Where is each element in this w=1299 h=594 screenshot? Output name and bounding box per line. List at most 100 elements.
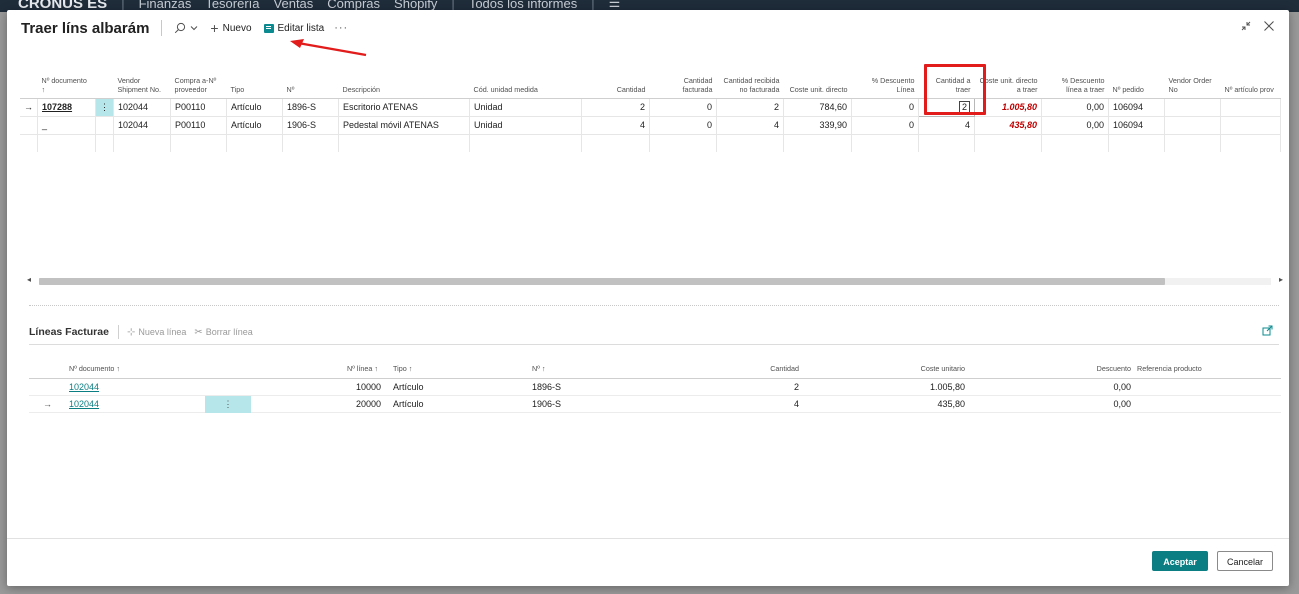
col-doc-no[interactable]: Nº documento ↑ (37, 52, 96, 99)
col-order-no[interactable]: Nº pedido (1108, 52, 1165, 99)
qty-to-get-cell[interactable]: 4 (918, 116, 975, 135)
col-vendor-item-no[interactable]: Nº artículo prov (1220, 52, 1281, 99)
doc-no-cell[interactable]: 107288 (37, 98, 96, 117)
vendor-shipment-cell[interactable]: 102044 (113, 98, 171, 117)
direct-unit-cost-cell[interactable]: 339,90 (783, 116, 852, 135)
nav-menu-ventas[interactable]: Ventas (274, 0, 314, 11)
line-disc-to-get-cell[interactable]: 0,00 (1041, 98, 1109, 117)
col-vendor-order-no[interactable]: Vendor Order No (1164, 52, 1221, 99)
col-qty-invoiced[interactable]: Cantidad facturada (649, 52, 717, 99)
table-row[interactable]: → 107288 ⋮ 102044 P00110 Artículo 1896-S… (20, 97, 1281, 117)
cancel-button[interactable]: Cancelar (1217, 551, 1273, 571)
nav-menu-tesoreria[interactable]: Tesorería (205, 0, 259, 11)
nav-menu-finanzas[interactable]: Finanzas (139, 0, 192, 11)
col-quantity[interactable]: Cantidad (729, 360, 799, 377)
scroll-right-icon[interactable]: ▸ (1279, 275, 1283, 284)
scroll-left-icon[interactable]: ◂ (27, 275, 31, 284)
quantity-cell[interactable]: 4 (729, 396, 799, 413)
col-line-no[interactable]: Nº línea ↑ (347, 360, 378, 377)
line-disc-to-get-cell[interactable]: 0,00 (1041, 116, 1109, 135)
col-type[interactable]: Tipo (226, 52, 283, 99)
empty-row[interactable] (20, 134, 1281, 152)
vendor-order-no-cell[interactable] (1164, 116, 1221, 135)
table-row[interactable]: → 102044 ⋮ 20000 Artículo 1906-S 4 435,8… (29, 396, 1281, 413)
direct-unit-cost-cell[interactable]: 784,60 (783, 98, 852, 117)
quantity-cell[interactable]: 2 (729, 379, 799, 396)
col-type[interactable]: Tipo ↑ (393, 360, 412, 377)
quantity-cell[interactable]: 2 (581, 98, 650, 117)
col-unit-cost[interactable]: Coste unitario (869, 360, 965, 377)
doc-no-link[interactable]: 102044 (69, 396, 99, 413)
type-cell[interactable]: Artículo (393, 379, 424, 396)
col-discount[interactable]: Descuento (1069, 360, 1131, 377)
discount-cell[interactable]: 0,00 (1069, 379, 1131, 396)
order-no-cell[interactable]: 106094 (1108, 98, 1165, 117)
new-button[interactable]: + Nuevo (210, 20, 251, 36)
col-line-discount[interactable]: % Descuento Línea (851, 52, 919, 99)
qty-invoiced-cell[interactable]: 0 (649, 98, 717, 117)
line-discount-cell[interactable]: 0 (851, 116, 919, 135)
col-vendor-no[interactable]: Compra a-Nº proveedor (170, 52, 227, 99)
type-cell[interactable]: Artículo (393, 396, 424, 413)
scrollbar-thumb[interactable] (39, 278, 1165, 285)
close-icon[interactable] (1263, 20, 1275, 35)
type-cell[interactable]: Artículo (226, 98, 283, 117)
order-no-cell[interactable]: 106094 (1108, 116, 1165, 135)
doc-no-link[interactable]: 102044 (69, 379, 99, 396)
no-cell[interactable]: 1896-S (532, 379, 561, 396)
description-cell[interactable]: Pedestal móvil ATENAS (338, 116, 470, 135)
description-cell[interactable]: Escritorio ATENAS (338, 98, 470, 117)
qty-invoiced-cell[interactable]: 0 (649, 116, 717, 135)
qty-to-get-value[interactable]: 2 (958, 101, 970, 113)
row-actions-cell[interactable] (95, 116, 114, 135)
col-qty-to-get[interactable]: Cantidad a traer (918, 52, 975, 99)
accept-button[interactable]: Aceptar (1152, 551, 1208, 571)
no-cell[interactable]: 1896-S (282, 98, 339, 117)
qty-to-get-input[interactable]: 2 (918, 97, 975, 117)
unit-cost-to-get-cell[interactable]: 1.005,80 (974, 98, 1042, 117)
qty-rcd-not-invoiced-cell[interactable]: 2 (716, 98, 784, 117)
col-product-ref[interactable]: Referencia producto (1137, 360, 1202, 377)
chevron-down-icon[interactable] (190, 24, 198, 32)
uom-cell[interactable]: Unidad (469, 98, 582, 117)
line-no-cell[interactable]: 20000 (329, 396, 381, 413)
doc-no-cell[interactable]: _ (37, 116, 96, 135)
table-row[interactable]: 102044 10000 Artículo 1896-S 2 1.005,80 … (29, 379, 1281, 396)
col-vendor-shipment-no[interactable]: Vendor Shipment No. (113, 52, 171, 99)
row-actions-icon[interactable]: ⋮ (95, 98, 114, 117)
discount-cell[interactable]: 0,00 (1069, 396, 1131, 413)
new-line-button[interactable]: ⊹ Nueva línea (127, 327, 186, 338)
row-actions-icon[interactable]: ⋮ (205, 396, 251, 413)
vendor-shipment-cell[interactable]: 102044 (113, 116, 171, 135)
doc-no-link[interactable]: 107288 (42, 102, 72, 112)
nav-all-reports[interactable]: Todos los informes (469, 0, 577, 11)
col-description[interactable]: Descripción (338, 52, 470, 99)
share-icon[interactable] (1262, 325, 1273, 339)
col-doc-no[interactable]: Nº documento ↑ (69, 360, 120, 377)
line-discount-cell[interactable]: 0 (851, 98, 919, 117)
more-actions-icon[interactable]: ··· (334, 22, 348, 34)
search-icon[interactable] (174, 22, 186, 34)
unit-cost-cell[interactable]: 1.005,80 (869, 379, 965, 396)
uom-cell[interactable]: Unidad (469, 116, 582, 135)
col-no[interactable]: Nº ↑ (532, 360, 545, 377)
col-quantity[interactable]: Cantidad (581, 52, 650, 99)
col-uom[interactable]: Cód. unidad medida (469, 52, 582, 99)
type-cell[interactable]: Artículo (226, 116, 283, 135)
col-no[interactable]: Nº (282, 52, 339, 99)
nav-menu-compras[interactable]: Compras (327, 0, 380, 11)
line-no-cell[interactable]: 10000 (329, 379, 381, 396)
vendor-item-no-cell[interactable] (1220, 116, 1281, 135)
quantity-cell[interactable]: 4 (581, 116, 650, 135)
unit-cost-to-get-cell[interactable]: 435,80 (974, 116, 1042, 135)
unit-cost-cell[interactable]: 435,80 (869, 396, 965, 413)
vendor-no-cell[interactable]: P00110 (170, 98, 227, 117)
col-qty-rcd-not-invoiced[interactable]: Cantidad recibida no facturada (716, 52, 784, 99)
edit-list-button[interactable]: Editar lista (263, 23, 324, 34)
no-cell[interactable]: 1906-S (282, 116, 339, 135)
col-line-disc-to-get[interactable]: % Descuento línea a traer (1041, 52, 1109, 99)
no-cell[interactable]: 1906-S (532, 396, 561, 413)
col-unit-cost-to-get[interactable]: Coste unit. directo a traer (974, 52, 1042, 99)
table-row[interactable]: _ 102044 P00110 Artículo 1906-S Pedestal… (20, 116, 1281, 135)
delete-line-button[interactable]: ✂ Borrar línea (194, 327, 252, 338)
